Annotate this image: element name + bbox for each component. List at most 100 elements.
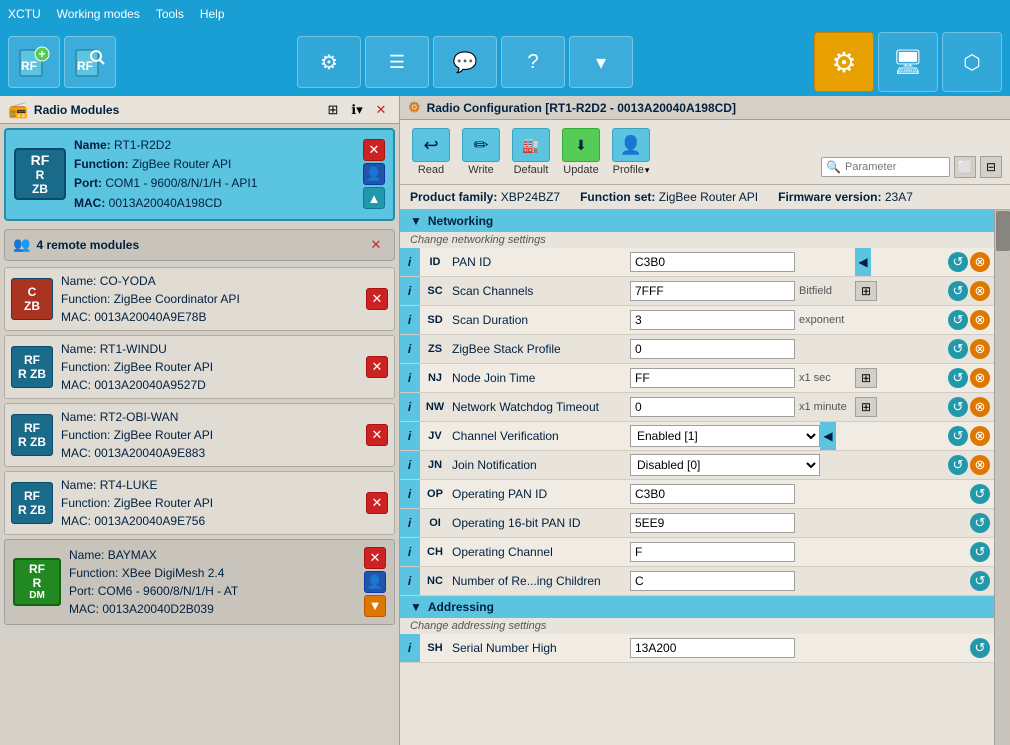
close-remote-button[interactable]: ✕ — [366, 235, 386, 255]
rt1-windu-mac: 0013A20040A9527D — [94, 378, 205, 392]
param-restore-nj[interactable]: ↺ — [948, 368, 968, 388]
configure-baymax-button[interactable]: 👤 — [364, 571, 386, 593]
param-info-ch[interactable]: i — [400, 538, 420, 566]
param-default-jn[interactable]: ⊗ — [970, 455, 990, 475]
param-code-nc: NC — [420, 575, 450, 587]
update-module-button[interactable]: ▲ — [363, 187, 385, 209]
expand-button[interactable]: ⬜ — [954, 156, 976, 178]
scrollbar-track[interactable] — [994, 210, 1010, 745]
param-info-nc[interactable]: i — [400, 567, 420, 595]
param-info-nw[interactable]: i — [400, 393, 420, 421]
param-info-jv[interactable]: i — [400, 422, 420, 450]
menu-working-modes[interactable]: Working modes — [57, 7, 140, 21]
param-input-nj[interactable] — [630, 368, 795, 388]
param-calc-sc[interactable]: ⊞ — [855, 281, 877, 301]
addressing-section-header[interactable]: ▼ Addressing — [400, 596, 994, 618]
config-button[interactable]: ☰ — [365, 36, 429, 88]
modules-info-button[interactable]: ℹ▾ — [347, 100, 367, 120]
param-code-sh: SH — [420, 642, 450, 654]
param-info-zs[interactable]: i — [400, 335, 420, 363]
param-input-id[interactable] — [630, 252, 795, 272]
param-restore-oi[interactable]: ↺ — [970, 513, 990, 533]
param-info-sc[interactable]: i — [400, 277, 420, 305]
param-calc-nj[interactable]: ⊞ — [855, 368, 877, 388]
param-input-sc[interactable] — [630, 281, 795, 301]
default-button[interactable]: 🏭 Default — [508, 126, 554, 178]
settings-button[interactable]: ⚙ — [814, 32, 874, 92]
remove-rt4-luke-button[interactable]: ✕ — [366, 492, 388, 514]
scrollbar-thumb[interactable] — [996, 211, 1010, 251]
networking-section-header[interactable]: ▼ Networking — [400, 210, 994, 232]
remove-baymax-button[interactable]: ✕ — [364, 547, 386, 569]
param-restore-jn[interactable]: ↺ — [948, 455, 968, 475]
param-calc-nw[interactable]: ⊞ — [855, 397, 877, 417]
param-restore-sd[interactable]: ↺ — [948, 310, 968, 330]
more-button[interactable]: ▾ — [569, 36, 633, 88]
baymax-down-button[interactable]: ▼ — [364, 595, 386, 617]
remove-co-yoda-button[interactable]: ✕ — [366, 288, 388, 310]
param-default-sc[interactable]: ⊗ — [970, 281, 990, 301]
param-select-jn[interactable]: Disabled [0] Enabled [1] — [630, 454, 820, 476]
param-default-jv[interactable]: ⊗ — [970, 426, 990, 446]
param-restore-jv[interactable]: ↺ — [948, 426, 968, 446]
write-button[interactable]: ✏ Write — [458, 126, 504, 178]
param-input-nw[interactable] — [630, 397, 795, 417]
param-default-zs[interactable]: ⊗ — [970, 339, 990, 359]
param-info-oi[interactable]: i — [400, 509, 420, 537]
monitor-button[interactable]: 🖥 — [878, 32, 938, 92]
param-info-sd[interactable]: i — [400, 306, 420, 334]
read-button[interactable]: ↩ Read — [408, 126, 454, 178]
network-button[interactable]: ⬡ — [942, 32, 1002, 92]
param-info-nj[interactable]: i — [400, 364, 420, 392]
param-input-op[interactable] — [630, 484, 795, 504]
default-icon: 🏭 — [512, 128, 550, 162]
param-info-jn[interactable]: i — [400, 451, 420, 479]
param-restore-ch[interactable]: ↺ — [970, 542, 990, 562]
rt4-luke-info: Name: RT4-LUKE Function: ZigBee Router A… — [61, 476, 358, 530]
param-default-nw[interactable]: ⊗ — [970, 397, 990, 417]
param-actions-oi: ↺ — [970, 513, 994, 533]
param-restore-op[interactable]: ↺ — [970, 484, 990, 504]
param-input-ch[interactable] — [630, 542, 795, 562]
param-info-id[interactable]: i — [400, 248, 420, 276]
param-select-jv[interactable]: Enabled [1] Disabled [0] — [630, 425, 820, 447]
modules-close-button[interactable]: ✕ — [371, 100, 391, 120]
param-restore-nc[interactable]: ↺ — [970, 571, 990, 591]
param-default-id[interactable]: ⊗ — [970, 252, 990, 272]
menu-tools[interactable]: Tools — [156, 7, 184, 21]
remove-rt2-obi-wan-button[interactable]: ✕ — [366, 424, 388, 446]
param-restore-zs[interactable]: ↺ — [948, 339, 968, 359]
param-row-ch: i CH Operating Channel ↺ — [400, 538, 994, 567]
param-default-nj[interactable]: ⊗ — [970, 368, 990, 388]
param-default-sd[interactable]: ⊗ — [970, 310, 990, 330]
param-restore-id[interactable]: ↺ — [948, 252, 968, 272]
remove-rt1-windu-button[interactable]: ✕ — [366, 356, 388, 378]
param-restore-sh[interactable]: ↺ — [970, 638, 990, 658]
remove-module-button[interactable]: ✕ — [363, 139, 385, 161]
search-device-button[interactable]: RF — [64, 36, 116, 88]
param-input-zs[interactable] — [630, 339, 795, 359]
profile-icon: 👤 — [612, 128, 650, 162]
param-input-nc[interactable] — [630, 571, 795, 591]
profile-button[interactable]: 👤 Profile ▾ — [608, 126, 654, 178]
modules-layout-button[interactable]: ⊞ — [323, 100, 343, 120]
param-restore-nw[interactable]: ↺ — [948, 397, 968, 417]
param-input-oi[interactable] — [630, 513, 795, 533]
configure-module-button[interactable]: 👤 — [363, 163, 385, 185]
param-input-sd[interactable] — [630, 310, 795, 330]
selected-module-port: COM1 - 9600/8/N/1/H - API1 — [105, 176, 257, 190]
collapse-button[interactable]: ⊟ — [980, 156, 1002, 178]
help-button[interactable]: ? — [501, 36, 565, 88]
param-unit-sc: Bitfield — [795, 285, 855, 297]
update-button[interactable]: ⬇ Update — [558, 126, 604, 178]
update-icon: ⬇ — [562, 128, 600, 162]
menu-help[interactable]: Help — [200, 7, 225, 21]
param-input-sh[interactable] — [630, 638, 795, 658]
tools-button[interactable]: ⚙ — [297, 36, 361, 88]
param-restore-sc[interactable]: ↺ — [948, 281, 968, 301]
param-info-op[interactable]: i — [400, 480, 420, 508]
param-info-sh[interactable]: i — [400, 634, 420, 662]
search-input[interactable] — [845, 161, 945, 173]
add-device-button[interactable]: RF + — [8, 36, 60, 88]
chat-button[interactable]: 💬 — [433, 36, 497, 88]
